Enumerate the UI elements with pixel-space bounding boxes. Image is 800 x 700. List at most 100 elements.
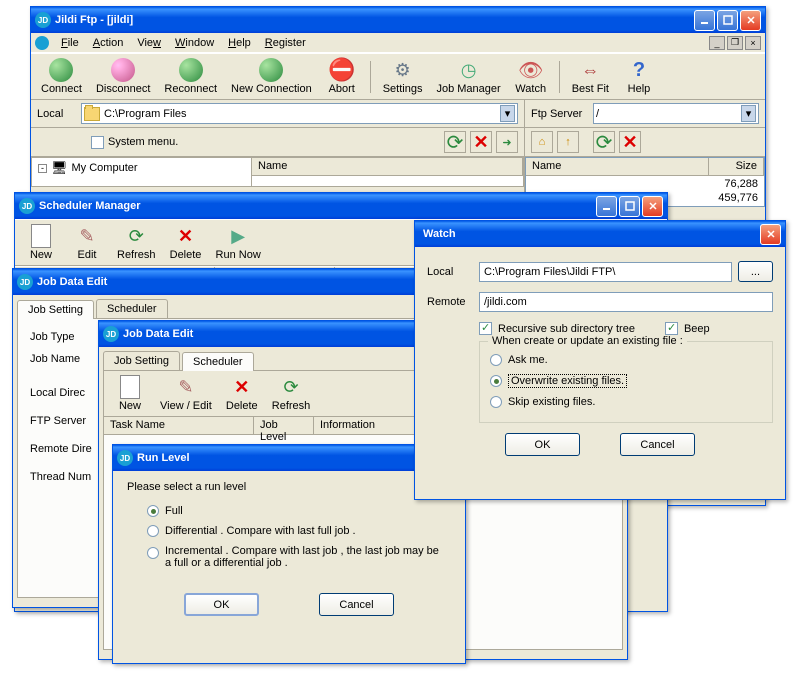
ftp-path-input[interactable] [596, 108, 741, 120]
watch-local-input[interactable] [479, 262, 732, 282]
main-title: Jildi Ftp - [jildi] [55, 14, 694, 26]
dropdown-icon[interactable]: ▾ [741, 105, 756, 122]
main-titlebar[interactable]: JD Jildi Ftp - [jildi] [31, 7, 765, 33]
sysmenu-checkbox[interactable] [91, 136, 104, 149]
minimize-button[interactable] [694, 10, 715, 31]
menu-window[interactable]: Window [169, 35, 220, 51]
connect-button[interactable]: Connect [35, 56, 88, 97]
jde2-new-button[interactable]: New [108, 373, 152, 414]
mdi-app-icon [35, 36, 49, 50]
x-icon: ✕ [473, 132, 488, 153]
col-size[interactable]: Size [709, 158, 764, 175]
watch-cancel-button[interactable]: Cancel [620, 433, 695, 456]
ftp-up-button[interactable]: ↑ [557, 131, 579, 153]
menu-help[interactable]: Help [222, 35, 257, 51]
expand-icon[interactable]: - [38, 164, 47, 173]
bestfit-button[interactable]: ⇔Best Fit [566, 56, 615, 97]
tab-job-setting[interactable]: Job Setting [103, 351, 180, 370]
recursive-checkbox[interactable]: ✓ [479, 322, 492, 335]
runlevel-titlebar[interactable]: JD Run Level [113, 445, 465, 471]
app-icon: JD [19, 198, 35, 214]
tree-root-item[interactable]: - 🖥 My Computer [32, 158, 251, 178]
tab-scheduler[interactable]: Scheduler [182, 352, 254, 371]
mdi-minimize-button[interactable]: _ [709, 36, 725, 50]
ftp-refresh-button[interactable]: ⟳ [593, 131, 615, 153]
sched-new-button[interactable]: New [19, 222, 63, 263]
col-name[interactable]: Name [252, 158, 523, 175]
radio-differential-label: Differential . Compare with last full jo… [165, 525, 356, 537]
col-joblevel[interactable]: Job Level [254, 417, 314, 434]
radio-incremental[interactable] [147, 547, 159, 559]
abort-button[interactable]: ⛔Abort [320, 56, 364, 97]
runlevel-cancel-button[interactable]: Cancel [319, 593, 394, 616]
maximize-button[interactable] [717, 10, 738, 31]
close-button[interactable] [740, 10, 761, 31]
job-manager-button[interactable]: ◷Job Manager [430, 56, 506, 97]
jde2-refresh-button[interactable]: ⟳Refresh [266, 373, 317, 414]
runlevel-title: Run Level [137, 452, 440, 464]
minimize-button[interactable] [596, 196, 617, 217]
watch-remote-label: Remote [427, 296, 479, 308]
watch-remote-input[interactable] [479, 292, 773, 312]
mdi-restore-button[interactable]: ❐ [727, 36, 743, 50]
sysmenu-label: System menu. [108, 136, 178, 148]
menu-file[interactable]: File [55, 35, 85, 51]
x-icon: ✕ [622, 132, 637, 153]
col-taskname[interactable]: Task Name [104, 417, 254, 434]
ftp-home-button[interactable]: ⌂ [531, 131, 553, 153]
radio-ask[interactable] [490, 354, 502, 366]
mdi-close-button[interactable]: × [745, 36, 761, 50]
reconnect-button[interactable]: Reconnect [158, 56, 223, 97]
local-action-button[interactable]: ➜ [496, 131, 518, 153]
tab-scheduler[interactable]: Scheduler [96, 299, 168, 318]
app-icon: JD [17, 274, 33, 290]
help-button[interactable]: ?Help [617, 56, 661, 97]
radio-incremental-label: Incremental . Compare with last job , th… [165, 545, 445, 569]
ftp-delete-button[interactable]: ✕ [619, 131, 641, 153]
tree-root-label: My Computer [72, 162, 138, 174]
close-button[interactable] [760, 224, 781, 245]
watch-titlebar[interactable]: Watch [415, 221, 785, 247]
jde1-titlebar[interactable]: JD Job Data Edit [13, 269, 441, 295]
folder-icon [84, 107, 100, 121]
watch-button[interactable]: 👁Watch [509, 56, 553, 97]
local-delete-button[interactable]: ✕ [470, 131, 492, 153]
refresh-icon: ⟳ [596, 130, 613, 155]
menu-action[interactable]: Action [87, 35, 130, 51]
local-path-input[interactable] [104, 108, 500, 120]
local-refresh-button[interactable]: ⟳ [444, 131, 466, 153]
menu-register[interactable]: Register [259, 35, 312, 51]
sched-delete-button[interactable]: ✕Delete [164, 222, 208, 263]
jde2-delete-button[interactable]: ✕Delete [220, 373, 264, 414]
close-button[interactable] [642, 196, 663, 217]
sched-edit-button[interactable]: ✎Edit [65, 222, 109, 263]
sched-runnow-button[interactable]: ▶Run Now [210, 222, 267, 263]
col-name[interactable]: Name [526, 158, 709, 175]
beep-label: Beep [684, 323, 710, 335]
recursive-label: Recursive sub directory tree [498, 323, 635, 335]
maximize-button[interactable] [619, 196, 640, 217]
app-icon: JD [103, 326, 119, 342]
beep-checkbox[interactable]: ✓ [665, 322, 678, 335]
arrow-icon: ➜ [502, 136, 511, 149]
disconnect-button[interactable]: Disconnect [90, 56, 156, 97]
new-connection-button[interactable]: New Connection [225, 56, 318, 97]
ftp-path-combo[interactable]: ▾ [593, 103, 759, 124]
watch-ok-button[interactable]: OK [505, 433, 580, 456]
radio-differential[interactable] [147, 525, 159, 537]
radio-ask-label: Ask me. [508, 354, 548, 366]
sched-refresh-button[interactable]: ⟳Refresh [111, 222, 162, 263]
radio-overwrite[interactable] [490, 375, 502, 387]
settings-button[interactable]: ⚙Settings [377, 56, 429, 97]
menu-view[interactable]: View [131, 35, 167, 51]
tab-job-setting[interactable]: Job Setting [17, 300, 94, 319]
runlevel-ok-button[interactable]: OK [184, 593, 259, 616]
computer-icon: 🖥 [51, 160, 68, 176]
jde2-viewedit-button[interactable]: ✎View / Edit [154, 373, 218, 414]
scheduler-titlebar[interactable]: JD Scheduler Manager [15, 193, 667, 219]
radio-full[interactable] [147, 505, 159, 517]
local-path-combo[interactable]: ▾ [81, 103, 518, 124]
browse-button[interactable]: ... [738, 261, 773, 282]
radio-skip[interactable] [490, 396, 502, 408]
dropdown-icon[interactable]: ▾ [500, 105, 515, 122]
